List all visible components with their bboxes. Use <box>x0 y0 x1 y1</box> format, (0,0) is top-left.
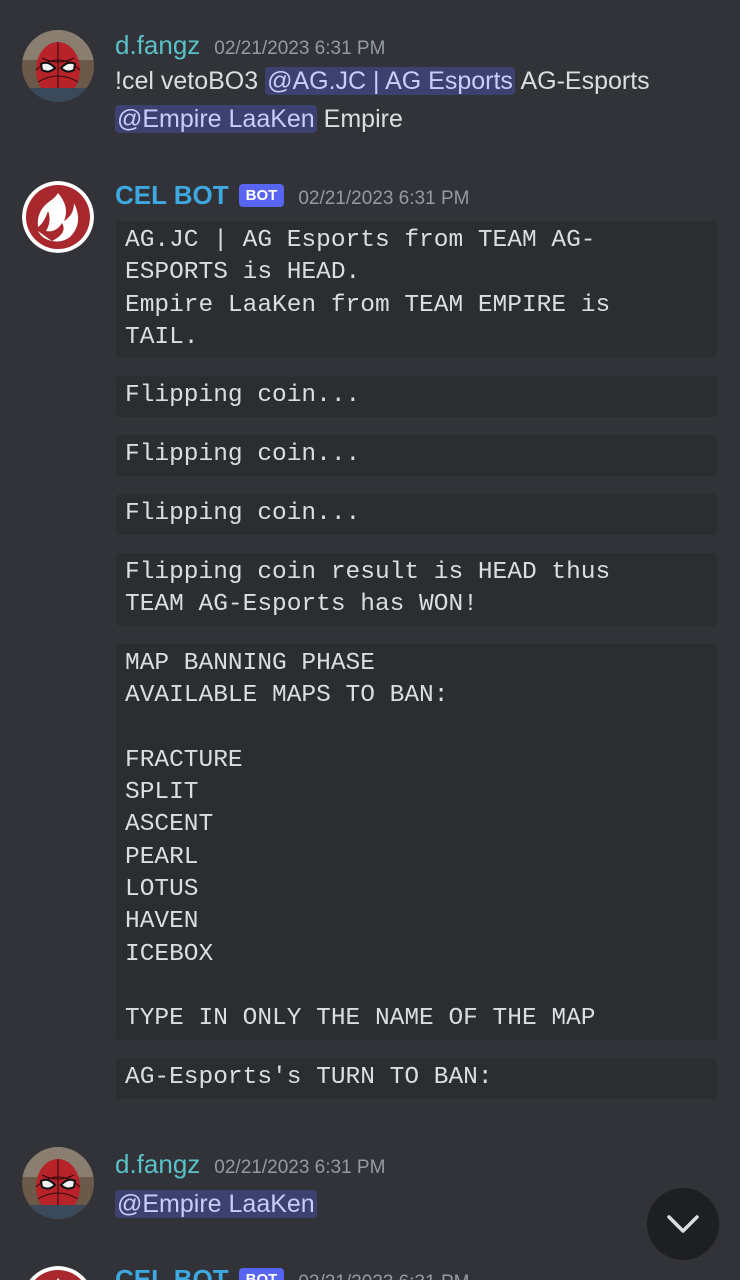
bot-badge: BOT <box>238 1268 285 1280</box>
message-4: CEL BOT BOT 02/21/2023 6:31 PM <box>0 0 740 1280</box>
bot-avatar[interactable] <box>22 1266 94 1280</box>
flame-logo-icon <box>29 1266 87 1280</box>
scroll-to-bottom-button[interactable] <box>647 1188 719 1260</box>
timestamp: 02/21/2023 6:31 PM <box>298 1272 469 1280</box>
bot-username[interactable]: CEL BOT <box>115 1264 229 1280</box>
chevron-down-icon <box>667 1215 699 1233</box>
